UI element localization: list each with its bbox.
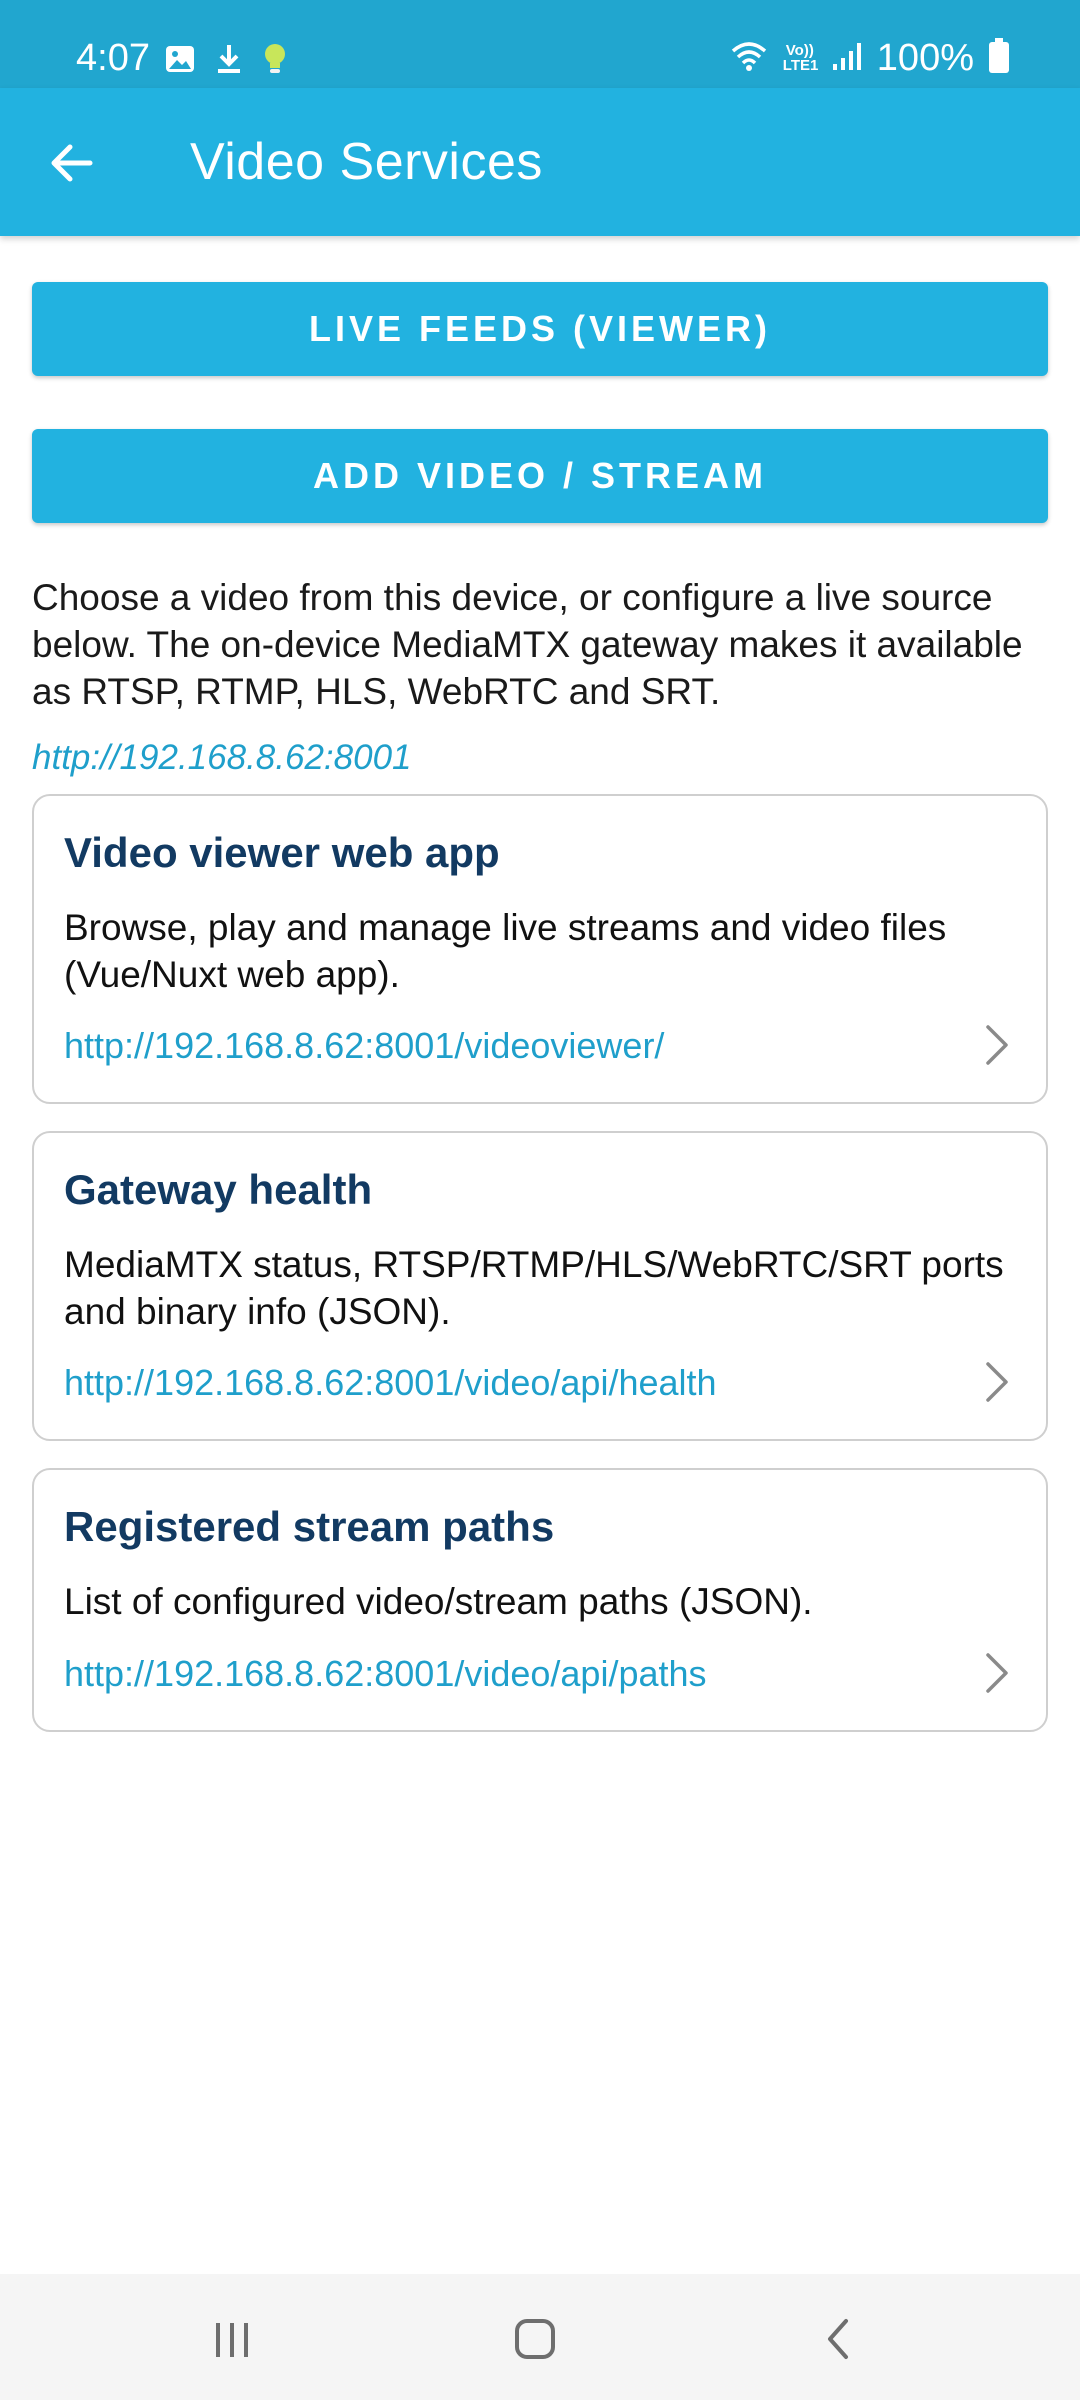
system-nav-bar xyxy=(0,2274,1080,2400)
card-description: Browse, play and manage live streams and… xyxy=(64,907,947,995)
status-bar: 4:07 Vo)) LTE1 100% xyxy=(0,0,1080,88)
back-icon xyxy=(828,2319,848,2359)
card-description: List of configured video/stream paths (J… xyxy=(64,1581,813,1622)
chevron-right-icon xyxy=(986,1653,1008,1693)
live-feeds-button[interactable]: LIVE FEEDS (VIEWER) xyxy=(32,282,1048,376)
add-video-stream-button[interactable]: ADD VIDEO / STREAM xyxy=(32,429,1048,523)
base-url-link[interactable]: http://192.168.8.62:8001 xyxy=(32,736,412,780)
system-back-button[interactable] xyxy=(804,2304,874,2374)
battery-percent: 100% xyxy=(876,37,974,79)
status-notification-icons xyxy=(164,42,288,81)
card-url[interactable]: http://192.168.8.62:8001/video/api/healt… xyxy=(64,1361,717,1405)
app-bar: Video Services xyxy=(0,88,1080,236)
status-system-icons: Vo)) LTE1 100% xyxy=(729,36,1010,80)
card-url[interactable]: http://192.168.8.62:8001/videoviewer/ xyxy=(64,1024,664,1068)
image-icon xyxy=(164,43,196,80)
chevron-right-icon xyxy=(986,1025,1008,1065)
card-description: MediaMTX status, RTSP/RTMP/HLS/WebRTC/SR… xyxy=(64,1244,1004,1332)
card-title: Video viewer web app xyxy=(64,829,500,876)
page-title: Video Services xyxy=(190,133,543,191)
recent-apps-icon xyxy=(216,2323,248,2357)
network-type-label: Vo)) LTE1 xyxy=(782,42,819,74)
chevron-right-icon xyxy=(986,1362,1008,1402)
home-icon xyxy=(515,2319,555,2359)
recent-apps-button[interactable] xyxy=(197,2304,267,2374)
battery-icon xyxy=(988,37,1010,79)
card-title: Gateway health xyxy=(64,1166,373,1213)
wifi-icon xyxy=(729,39,769,78)
description-text: Choose a video from this device, or conf… xyxy=(32,577,1023,712)
lightbulb-icon xyxy=(262,42,288,81)
download-icon xyxy=(214,43,244,80)
status-time: 4:07 xyxy=(76,37,150,79)
signal-icon xyxy=(831,40,863,77)
arrow-left-icon xyxy=(51,144,93,182)
registered-stream-paths-card[interactable]: Registered stream paths List of configur… xyxy=(32,1468,1048,1732)
gateway-health-card[interactable]: Gateway health MediaMTX status, RTSP/RTM… xyxy=(32,1131,1048,1441)
card-title: Registered stream paths xyxy=(64,1503,555,1550)
card-url[interactable]: http://192.168.8.62:8001/video/api/paths xyxy=(64,1652,707,1696)
video-viewer-card[interactable]: Video viewer web app Browse, play and ma… xyxy=(32,794,1048,1104)
back-button[interactable] xyxy=(36,128,106,198)
home-button[interactable] xyxy=(500,2304,570,2374)
